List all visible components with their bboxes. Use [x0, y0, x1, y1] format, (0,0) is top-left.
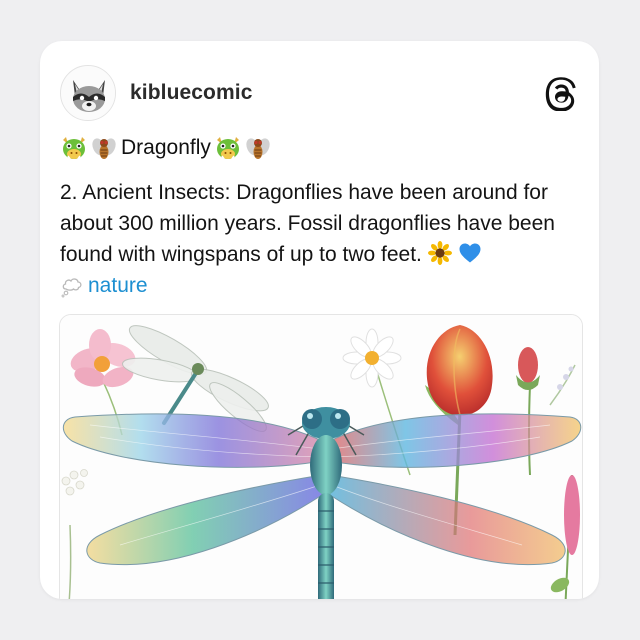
dragon-face-icon — [216, 137, 239, 160]
topic-tag-line: nature — [60, 271, 148, 301]
avatar[interactable] — [60, 65, 116, 121]
post-image[interactable] — [59, 314, 583, 599]
sunflower-icon — [427, 241, 452, 265]
dragon-face-icon — [63, 137, 85, 160]
post-card: kibluecomic Dragonfly 2. Ancient Insects… — [40, 41, 599, 599]
post-title: Dragonfly — [121, 136, 211, 159]
threads-logo-icon[interactable] — [545, 77, 579, 111]
username[interactable]: kibluecomic — [130, 81, 252, 105]
fly-icon — [246, 138, 270, 159]
thought-bubble-icon — [61, 278, 82, 298]
raccoon-avatar-icon — [61, 66, 115, 120]
post-header: kibluecomic — [60, 65, 581, 121]
post-title-line: Dragonfly — [60, 131, 272, 165]
blue-heart-icon — [459, 243, 481, 263]
post-body: 2. Ancient Insects: Dragonflies have bee… — [60, 177, 585, 270]
dragonfly-illustration — [60, 315, 582, 599]
fly-icon — [92, 138, 116, 159]
topic-tag-link[interactable]: nature — [88, 274, 148, 298]
